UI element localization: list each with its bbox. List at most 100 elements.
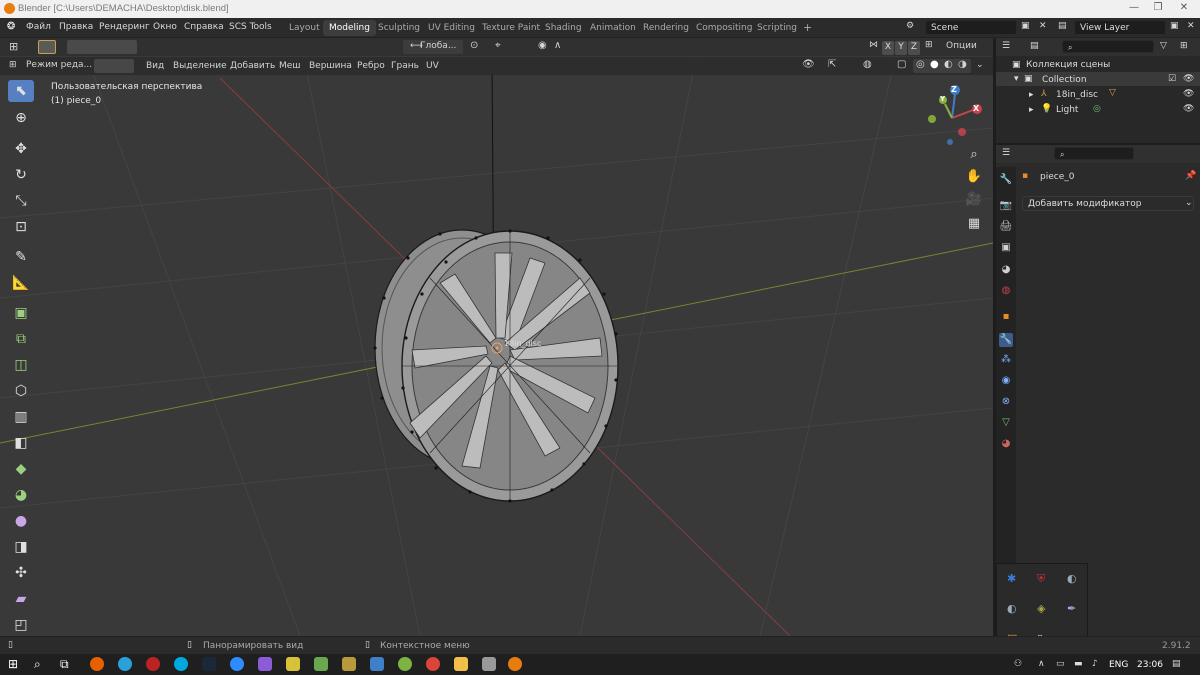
item-expand-icon[interactable]: ▸ xyxy=(1029,90,1034,100)
zoom-icon[interactable]: ⌕ xyxy=(963,144,985,166)
app-lime-icon[interactable] xyxy=(398,657,412,671)
zoom-app-icon[interactable] xyxy=(230,657,244,671)
ortho-toggle-icon[interactable]: ▦ xyxy=(963,213,985,235)
shield-icon[interactable]: ⛨ xyxy=(1037,572,1045,586)
particles-tab-icon[interactable]: ⁂ xyxy=(999,353,1013,367)
render-tab-icon[interactable]: 📷 xyxy=(999,199,1013,213)
tab-animation[interactable]: Animation xyxy=(584,20,642,36)
bevel-tool-icon[interactable]: ⬡ xyxy=(8,380,34,402)
add-cube-tool-icon[interactable]: ▣ xyxy=(8,302,34,324)
modifier-tab-icon[interactable]: 🔧 xyxy=(999,333,1013,347)
properties-search-input[interactable]: ⌕ xyxy=(1054,147,1134,160)
bluetooth-icon[interactable]: ✱ xyxy=(1007,572,1016,585)
select-mode-buttons[interactable] xyxy=(67,40,137,54)
menu-mesh[interactable]: Меш xyxy=(279,61,301,71)
constraints-tab-icon[interactable]: ⊗ xyxy=(999,395,1013,409)
chrome-icon[interactable] xyxy=(426,657,440,671)
inset-tool-icon[interactable]: ◫ xyxy=(8,354,34,376)
edit-select-mode-buttons[interactable] xyxy=(94,59,134,73)
close-button[interactable]: ✕ xyxy=(1172,2,1196,16)
mesh-options-icon[interactable]: ⊞ xyxy=(925,40,933,50)
light-visibility-icon[interactable]: 👁 xyxy=(1183,104,1194,114)
mirror-x-toggle[interactable]: X xyxy=(882,41,894,55)
shading-solid-icon[interactable]: ● xyxy=(930,59,939,70)
gizmo-toggle-icon[interactable]: ⇱ xyxy=(828,59,836,70)
tab-rendering[interactable]: Rendering xyxy=(637,20,695,36)
app-green-icon[interactable] xyxy=(314,657,328,671)
extrude-tool-icon[interactable]: ⧉ xyxy=(8,328,34,350)
filter-icon[interactable]: ▽ xyxy=(1160,41,1167,51)
loop-cut-tool-icon[interactable]: ▥ xyxy=(8,406,34,428)
pan-hand-icon[interactable]: ✋ xyxy=(963,166,985,188)
editor-type-icon[interactable]: ⊞ xyxy=(9,60,17,70)
menu-uv[interactable]: UV xyxy=(426,61,439,71)
collection-expand-icon[interactable]: ▾ xyxy=(1014,74,1019,84)
falloff-icon[interactable]: ∧ xyxy=(554,40,561,51)
menu-render[interactable]: Рендеринг xyxy=(99,22,150,32)
volume-icon[interactable]: ♪ xyxy=(1092,659,1098,669)
display-icon[interactable]: ▬ xyxy=(1074,659,1083,669)
app-blue-icon[interactable] xyxy=(370,657,384,671)
tray-chevron-icon[interactable]: ∧ xyxy=(1038,659,1045,669)
cursor-tool-icon[interactable]: ⊕ xyxy=(8,107,34,129)
blender-taskbar-icon[interactable] xyxy=(508,657,522,671)
collection-label[interactable]: Collection xyxy=(1042,75,1087,85)
light-expand-icon[interactable]: ▸ xyxy=(1029,105,1034,115)
pin-icon[interactable]: 📌 xyxy=(1185,171,1196,181)
camera-view-icon[interactable]: 🎥 xyxy=(963,189,985,211)
rotate-tool-icon[interactable]: ↻ xyxy=(8,164,34,186)
tab-compositing[interactable]: Compositing xyxy=(690,20,758,36)
pivot-icon[interactable]: ⊙ xyxy=(470,40,478,51)
shrink-fatten-tool-icon[interactable]: ✣ xyxy=(8,562,34,584)
measure-tool-icon[interactable]: 📐 xyxy=(8,272,34,294)
gizmo-y-label[interactable]: Y xyxy=(940,95,945,103)
menu-view[interactable]: Вид xyxy=(146,61,164,71)
smooth-tool-icon[interactable]: ● xyxy=(8,510,34,532)
menu-scs-tools[interactable]: SCS Tools xyxy=(229,22,272,32)
data-tab-icon[interactable]: ▽ xyxy=(999,416,1013,430)
tab-modeling[interactable]: Modeling xyxy=(323,20,376,36)
scene-browse-icon[interactable]: ▣ xyxy=(1021,21,1030,31)
tab-scripting[interactable]: Scripting xyxy=(751,20,803,36)
physics-tab-icon[interactable]: ◉ xyxy=(999,374,1013,388)
snap-icon[interactable]: ⌖ xyxy=(495,40,501,51)
spin-tool-icon[interactable]: ◕ xyxy=(8,484,34,506)
collection-checkbox[interactable]: ☑ xyxy=(1168,74,1176,84)
material-tab-icon[interactable]: ◕ xyxy=(999,437,1013,451)
tab-texture-paint[interactable]: Texture Paint xyxy=(476,20,546,36)
notifications-icon[interactable]: ▤ xyxy=(1172,659,1181,669)
app-gray-icon[interactable] xyxy=(482,657,496,671)
object-tab-icon[interactable]: ▪ xyxy=(999,310,1013,324)
steam-alt-icon[interactable]: ◐ xyxy=(1007,602,1017,615)
windows-start-icon[interactable]: ⊞ xyxy=(8,657,18,671)
opera-icon[interactable] xyxy=(146,657,160,671)
options-dropdown[interactable]: Опции xyxy=(946,41,977,51)
shading-options-icon[interactable]: ⌄ xyxy=(976,60,984,70)
view-layer-browse-icon[interactable]: ▣ xyxy=(1170,21,1179,31)
menu-vertex[interactable]: Вершина xyxy=(309,61,352,71)
file-explorer-icon[interactable] xyxy=(454,657,468,671)
view-layer-tab-icon[interactable]: ▣ xyxy=(999,241,1013,255)
scene-tab-icon[interactable]: ◕ xyxy=(999,263,1013,277)
gpu-icon[interactable]: ◈ xyxy=(1037,602,1045,615)
output-tab-icon[interactable]: 🖨 xyxy=(999,220,1013,234)
knife-tool-icon[interactable]: ◧ xyxy=(8,432,34,454)
shading-wireframe-icon[interactable]: ◎ xyxy=(916,59,925,70)
tab-shading[interactable]: Shading xyxy=(539,20,588,36)
scene-collection-label[interactable]: Коллекция сцены xyxy=(1026,60,1110,70)
transform-orientation-dropdown[interactable]: Глоба... xyxy=(420,41,456,51)
proportional-edit-icon[interactable]: ◉ xyxy=(538,40,547,51)
menu-add[interactable]: Добавить xyxy=(230,61,275,71)
outliner-search-input[interactable]: ⌕ xyxy=(1062,40,1154,53)
edge-slide-tool-icon[interactable]: ◨ xyxy=(8,536,34,558)
feather-icon[interactable]: ✒ xyxy=(1067,602,1076,615)
menu-help[interactable]: Справка xyxy=(184,22,224,32)
mirror-y-toggle[interactable]: Y xyxy=(895,41,907,55)
scene-delete-icon[interactable]: ✕ xyxy=(1039,21,1047,31)
gizmo-x-label[interactable]: X xyxy=(973,104,979,113)
annotate-tool-icon[interactable]: ✎ xyxy=(8,246,34,268)
skype-icon[interactable] xyxy=(174,657,188,671)
tab-layout[interactable]: Layout xyxy=(283,20,326,36)
add-workspace-button[interactable]: + xyxy=(797,20,818,36)
outliner-item-18in-disc[interactable]: 18in_disc xyxy=(1056,90,1098,100)
